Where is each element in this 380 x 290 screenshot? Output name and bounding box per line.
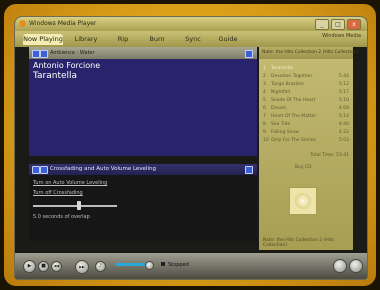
playlist-pane: Nate: the Hits Collection 2 (Hits Collec… xyxy=(259,47,359,250)
fullscreen-button[interactable] xyxy=(245,50,253,58)
navigation-tabs: Now Playing Library Rip Burn Sync Guide … xyxy=(15,31,367,47)
total-time: Total Time: 53:41 xyxy=(310,153,349,158)
playlist-item-title: Falling Snow xyxy=(271,130,299,135)
prev-visualization-button[interactable] xyxy=(32,50,40,58)
next-visualization-button[interactable] xyxy=(40,50,48,58)
wmp-logo: Windows Media xyxy=(322,33,361,39)
playlist-item-number: 9 xyxy=(263,130,266,135)
mini-mode-button[interactable] xyxy=(333,259,347,273)
minimize-button[interactable]: _ xyxy=(315,19,329,30)
playlist-item[interactable]: 8 Sea Tide 4:40 xyxy=(259,121,353,128)
visualization-label: Ambience : Water xyxy=(50,50,95,56)
playlist-item[interactable]: 7 Heart Of The Matter 5:14 xyxy=(259,113,353,120)
playlist-item[interactable]: 9 Falling Snow 4:22 xyxy=(259,129,353,136)
playlist-item[interactable]: 4 Nightfall 5:17 xyxy=(259,89,353,96)
playlist-item[interactable]: 6 Dream 4:09 xyxy=(259,105,353,112)
playlist-header[interactable]: Nate: the Hits Collection 2 (Hits Collec… xyxy=(259,47,359,59)
buy-cd-link[interactable]: Buy CD xyxy=(295,165,312,170)
enhancements-panel: Turn on Auto Volume Leveling Turn off Cr… xyxy=(29,175,257,241)
playlist-item-title: Devotion Together xyxy=(271,74,313,79)
playlist-item[interactable]: 3 Tango Brazilen 5:12 xyxy=(259,81,353,88)
playlist-item-number: 10 xyxy=(263,138,269,143)
playlist-item[interactable]: 10 Only For The Smiles 5:03 xyxy=(259,137,353,144)
stop-button[interactable]: ■ xyxy=(38,261,49,272)
window-title: Windows Media Player xyxy=(29,20,97,27)
playlist-item-title: Only For The Smiles xyxy=(271,138,316,143)
tab-library[interactable]: Library xyxy=(71,34,101,45)
album-art xyxy=(289,187,317,215)
playlist-item-duration: 4:40 xyxy=(338,122,349,127)
playlist-item[interactable]: 5 Shade Of The Heart 5:10 xyxy=(259,97,353,104)
tab-rip[interactable]: Rip xyxy=(113,34,133,45)
mute-button[interactable]: ♪ xyxy=(95,261,106,272)
playlist-item-title: Tango Brazilen xyxy=(271,82,304,87)
playlist-item-duration: 5:17 xyxy=(338,90,349,95)
playlist-item-duration: 4:22 xyxy=(338,130,349,135)
maximize-button[interactable]: □ xyxy=(331,19,345,30)
playlist-item-title: Sea Tide xyxy=(271,122,291,127)
playlist-item-number: 4 xyxy=(263,90,266,95)
close-enhancements-button[interactable] xyxy=(245,166,253,174)
previous-button[interactable]: ◀◀ xyxy=(51,261,62,272)
playlist-item-title: Heart Of The Matter xyxy=(271,114,317,119)
playlist-header-label: Nate: the Hits Collection 2 (Hits Collec… xyxy=(262,50,359,55)
track-title: Tarantella xyxy=(33,71,78,81)
playlist-item-duration: 5:12 xyxy=(338,82,349,87)
playlist-item-number: 1 xyxy=(263,66,266,71)
playlist-item-title: Tarantella xyxy=(271,66,294,71)
app-icon xyxy=(19,20,26,27)
tab-sync[interactable]: Sync xyxy=(181,34,205,45)
status-stop-icon xyxy=(161,262,165,266)
visualization-toolbar: Ambience : Water xyxy=(29,47,257,59)
cd-disc-icon xyxy=(295,193,311,209)
overlap-slider-track[interactable] xyxy=(33,205,117,207)
playlist-item-number: 3 xyxy=(263,82,266,87)
playlist-item-number: 8 xyxy=(263,122,266,127)
tab-burn[interactable]: Burn xyxy=(145,34,169,45)
close-button[interactable]: x xyxy=(347,19,361,30)
crossfading-link[interactable]: Turn off Crossfading xyxy=(33,190,83,196)
playlist-item[interactable]: 1 Tarantella xyxy=(259,65,353,72)
artist-name: Antonio Forcione xyxy=(33,61,101,70)
playlist-footer: Nate: the Hits Collection 2 (Hits Collec… xyxy=(263,238,335,248)
title-bar: Windows Media Player _ □ x xyxy=(15,17,367,31)
playlist-item-number: 5 xyxy=(263,98,266,103)
play-button[interactable]: ▶ xyxy=(23,260,36,273)
playlist-item-duration: 4:09 xyxy=(338,106,349,111)
playback-controls: ▶ ■ ◀◀ ▶▶ ♪ Stopped xyxy=(15,253,367,279)
playlist-item-title: Shade Of The Heart xyxy=(271,98,316,103)
playlist-item-number: 2 xyxy=(263,74,266,79)
visualization-area: Antonio Forcione Tarantella xyxy=(29,59,257,156)
playlist-item-duration: 5:10 xyxy=(338,98,349,103)
playlist-item[interactable]: 2 Devotion Together 5:44 xyxy=(259,73,353,80)
overlap-slider-thumb[interactable] xyxy=(77,201,81,210)
next-button[interactable]: ▶▶ xyxy=(75,260,89,274)
playlist-item-number: 7 xyxy=(263,114,266,119)
overlap-label: 5.0 seconds of overlap xyxy=(33,214,90,220)
tab-now-playing[interactable]: Now Playing xyxy=(23,34,63,45)
switch-to-skin-button[interactable] xyxy=(349,259,363,273)
next-enhancement-button[interactable] xyxy=(40,166,48,174)
enhancements-header: Crossfading and Auto Volume Leveling xyxy=(29,164,257,175)
enhancements-title: Crossfading and Auto Volume Leveling xyxy=(50,166,156,172)
playback-status: Stopped xyxy=(168,262,189,268)
volume-thumb[interactable] xyxy=(145,261,154,270)
playlist-item-title: Nightfall xyxy=(271,90,290,95)
playlist-item-number: 6 xyxy=(263,106,266,111)
media-player-window: Windows Media Player _ □ x Now Playing L… xyxy=(14,16,368,280)
playlist-item-title: Dream xyxy=(271,106,287,111)
playlist-item-duration: 5:14 xyxy=(338,114,349,119)
auto-volume-link[interactable]: Turn on Auto Volume Leveling xyxy=(33,180,107,186)
tab-guide[interactable]: Guide xyxy=(215,34,241,45)
playlist-item-duration: 5:03 xyxy=(338,138,349,143)
prev-enhancement-button[interactable] xyxy=(32,166,40,174)
playlist-item-duration: 5:44 xyxy=(338,74,349,79)
